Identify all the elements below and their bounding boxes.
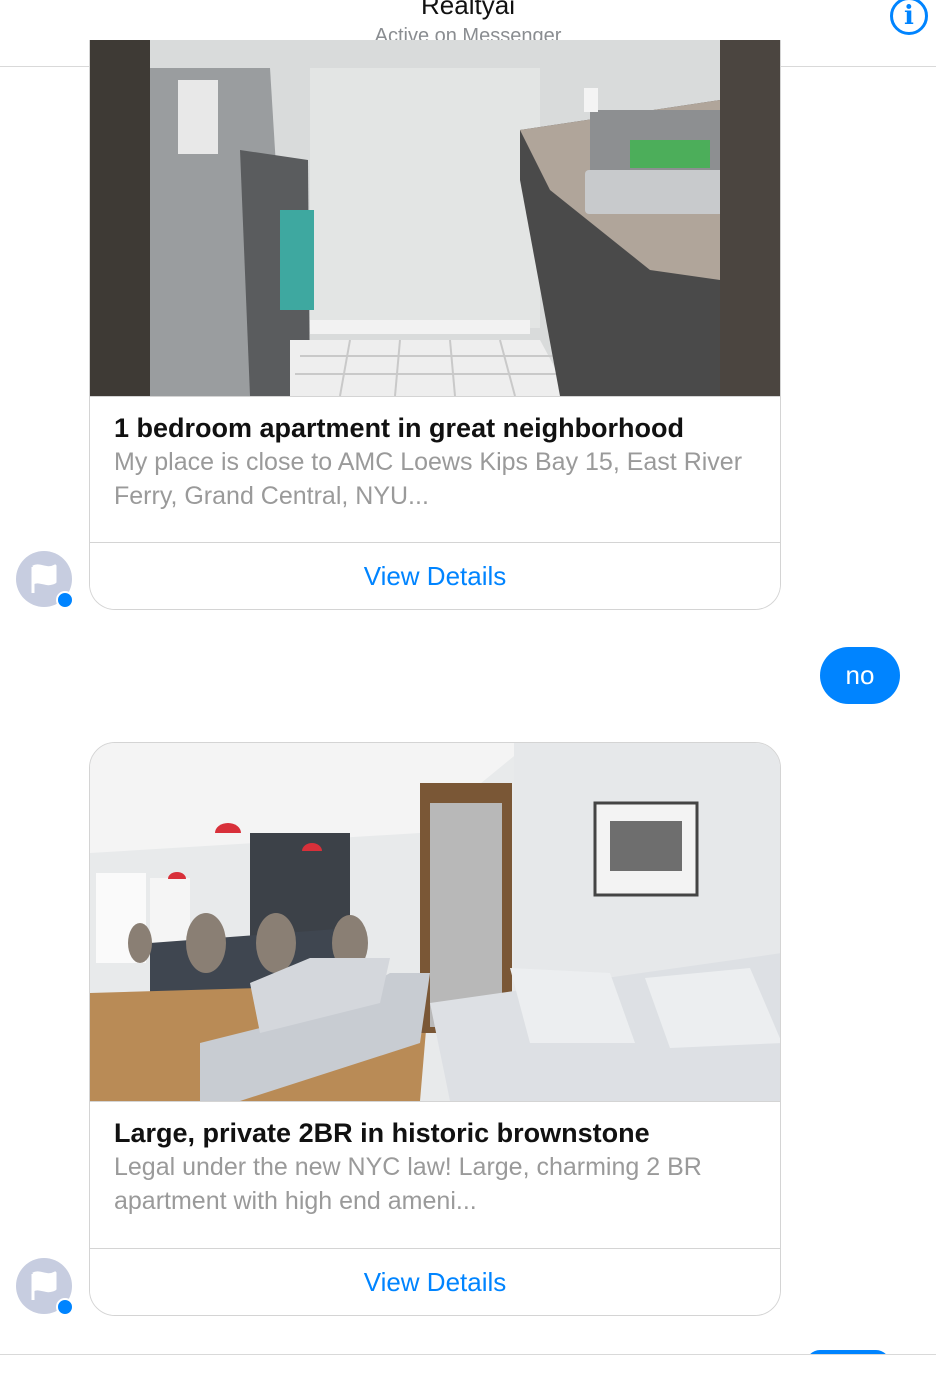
card-body: Large, private 2BR in historic brownston… (90, 1101, 780, 1218)
bot-avatar (16, 1258, 74, 1316)
user-message-bubble: no (820, 647, 900, 704)
messenger-badge-icon (56, 591, 74, 609)
messenger-badge-icon (56, 1298, 74, 1316)
chat-title: Realtyai (421, 0, 515, 20)
living-room-photo (90, 743, 780, 1101)
listing-description: My place is close to AMC Loews Kips Bay … (114, 448, 743, 510)
card-body: 1 bedroom apartment in great neighborhoo… (90, 396, 780, 513)
kitchen-photo (90, 40, 780, 396)
listing-description: Legal under the new NYC law! Large, char… (114, 1153, 702, 1215)
view-details-button[interactable]: View Details (90, 1248, 780, 1315)
listing-card-1: 1 bedroom apartment in great neighborhoo… (89, 40, 781, 610)
listing-title: Large, private 2BR in historic brownston… (114, 1118, 650, 1148)
listing-title: 1 bedroom apartment in great neighborhoo… (114, 413, 685, 443)
bot-avatar (16, 551, 74, 609)
composer-bar (0, 1354, 936, 1391)
listing-card-2: Large, private 2BR in historic brownston… (89, 742, 781, 1316)
view-details-button[interactable]: View Details (90, 542, 780, 609)
